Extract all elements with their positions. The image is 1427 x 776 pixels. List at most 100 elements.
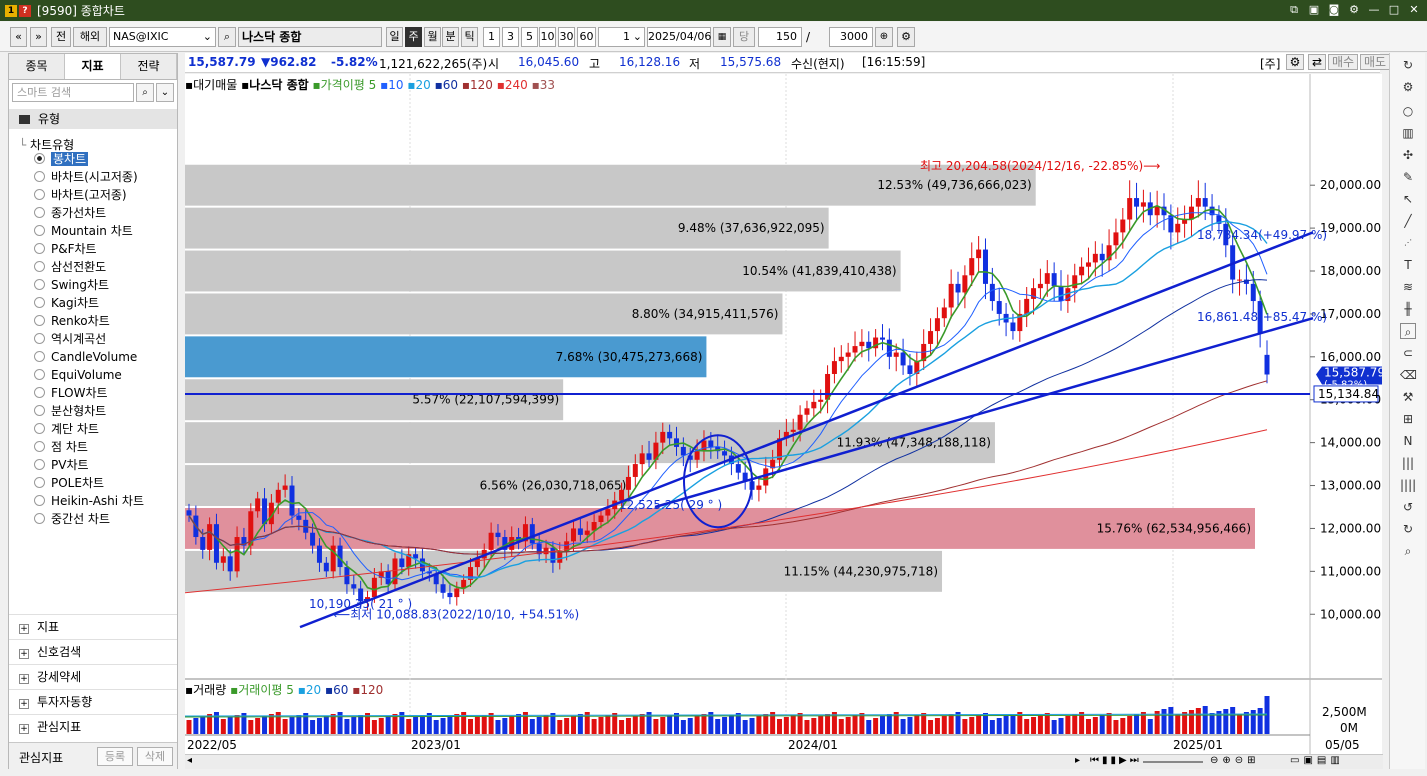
interval-button[interactable]: 30 — [558, 27, 575, 47]
chevron-down-icon[interactable]: ⌄ — [633, 28, 642, 46]
unit-button[interactable]: [주] — [1260, 55, 1280, 72]
chart-type-item[interactable]: 중간선 차트 — [34, 510, 110, 528]
history-dropdown[interactable]: » — [30, 27, 47, 47]
scroll-left-icon[interactable]: ◂ — [187, 755, 192, 766]
close-icon[interactable]: ✕ — [1407, 2, 1421, 17]
grid-icon[interactable]: ||| — [1400, 455, 1416, 471]
radio-button[interactable] — [34, 189, 45, 200]
indicator-group[interactable]: + 강세약세 — [9, 664, 177, 689]
radio-button[interactable] — [34, 513, 45, 524]
chart-type-item[interactable]: 분산형차트 — [34, 402, 106, 420]
interval-button[interactable]: 1 — [483, 27, 500, 47]
tab-symbol[interactable]: 종목 — [9, 54, 65, 79]
chart-type-item[interactable]: 계단 차트 — [34, 420, 99, 438]
sell-button[interactable]: 매도 — [1360, 54, 1390, 70]
symbol-code-input[interactable]: NAS@IXIC ⌄ — [109, 27, 216, 47]
chart-type-item[interactable]: EquiVolume — [34, 366, 122, 384]
arrow-icon[interactable]: ↖ — [1400, 191, 1416, 207]
interval-button[interactable]: 5 — [521, 27, 538, 47]
chart-area[interactable]: 12.53% (49,736,666,023) 9.48% (37,636,922… — [185, 74, 1382, 754]
search-icon[interactable]: ⌕ — [1400, 543, 1416, 559]
zoom-icon[interactable]: ⌕ — [1400, 323, 1416, 339]
chart-type-item[interactable]: Mountain 차트 — [34, 222, 133, 240]
radio-button[interactable] — [34, 495, 45, 506]
chart-type-item[interactable]: Kagi차트 — [34, 294, 99, 312]
chart-type-item[interactable]: 역시계곡선 — [34, 330, 106, 348]
pencil-icon[interactable]: ✎ — [1400, 169, 1416, 185]
settings-icon[interactable]: ⚙ — [1286, 54, 1304, 70]
settings-icon[interactable]: ⚙ — [1400, 79, 1416, 95]
tab-strategy[interactable]: 전략 — [121, 54, 177, 79]
settings-icon[interactable]: ⚙ — [1347, 2, 1361, 17]
n-wave-icon[interactable]: N — [1400, 433, 1416, 449]
tab-indicator[interactable]: 지표 — [65, 54, 121, 79]
search-icon[interactable]: ⌕ — [218, 27, 236, 47]
period-button[interactable]: 일 — [386, 27, 403, 47]
camera-icon[interactable]: ◙ — [1327, 2, 1341, 17]
candle-icon[interactable]: ╫ — [1400, 301, 1416, 317]
zoom-slider[interactable] — [1143, 761, 1203, 763]
market-domestic-button[interactable]: 전 — [51, 27, 71, 47]
expand-icon[interactable]: ⌄ — [156, 83, 174, 102]
period-button[interactable]: 주 — [405, 27, 422, 47]
indicator-group[interactable]: + 관심지표 — [9, 714, 177, 739]
tools-icon[interactable]: ⚒ — [1400, 389, 1416, 405]
expand-icon[interactable]: + — [19, 674, 29, 684]
zoom-in-icon[interactable]: ⊕ — [875, 27, 893, 47]
chart-type-item[interactable]: PV차트 — [34, 456, 89, 474]
calendar-icon[interactable]: ▦ — [713, 27, 731, 47]
chart-type-item[interactable]: 종가선차트 — [34, 204, 106, 222]
measure-icon[interactable]: ⊞ — [1400, 411, 1416, 427]
radio-button[interactable] — [34, 405, 45, 416]
period-button[interactable]: 분 — [442, 27, 459, 47]
refresh-icon[interactable]: ↻ — [1400, 57, 1416, 73]
period-button[interactable]: 월 — [424, 27, 441, 47]
radio-button[interactable] — [34, 279, 45, 290]
radio-button[interactable] — [34, 459, 45, 470]
line-icon[interactable]: ╱ — [1400, 213, 1416, 229]
radio-button[interactable] — [34, 153, 45, 164]
expand-icon[interactable]: + — [19, 649, 29, 659]
interval-button[interactable]: 3 — [502, 27, 519, 47]
radio-button[interactable] — [34, 261, 45, 272]
count-input[interactable]: 150 — [758, 27, 802, 47]
indicator-group[interactable]: + 신호검색 — [9, 639, 177, 664]
minimize-icon[interactable]: — — [1367, 2, 1381, 17]
radio-button[interactable] — [34, 477, 45, 488]
chart-type-item[interactable]: FLOW차트 — [34, 384, 108, 402]
cross-icon[interactable]: ✣ — [1400, 147, 1416, 163]
prev-button[interactable]: « — [10, 27, 27, 47]
indicator-group[interactable]: + 투자자동향 — [9, 689, 177, 714]
radio-button[interactable] — [34, 243, 45, 254]
radio-button[interactable] — [34, 333, 45, 344]
unit-stepper[interactable]: 1 ⌄ — [598, 27, 645, 47]
chart-type-item[interactable]: 봉차트 — [34, 150, 89, 168]
expand-icon[interactable]: + — [19, 724, 29, 734]
fibonacci-icon[interactable]: ≋ — [1400, 279, 1416, 295]
period-button[interactable]: 틱 — [461, 27, 478, 47]
undo-icon[interactable]: ↺ — [1400, 499, 1416, 515]
text-icon[interactable]: T — [1400, 257, 1416, 273]
smart-search-input[interactable]: 스마트 검색 — [12, 83, 134, 102]
interval-button[interactable]: 60 — [577, 27, 596, 47]
chart-type-item[interactable]: Swing차트 — [34, 276, 109, 294]
chevron-down-icon[interactable]: ⌄ — [203, 28, 212, 46]
layout-buttons[interactable]: ▭▣▤▥ — [1290, 755, 1344, 766]
interval-button[interactable]: 10 — [539, 27, 556, 47]
radio-button[interactable] — [34, 387, 45, 398]
section-type[interactable]: 유형 — [9, 109, 177, 129]
radio-button[interactable] — [34, 315, 45, 326]
scroll-right-icon[interactable]: ▸ — [1075, 755, 1080, 766]
radio-button[interactable] — [34, 351, 45, 362]
radio-button[interactable] — [34, 441, 45, 452]
radio-button[interactable] — [34, 171, 45, 182]
current-button[interactable]: 당 — [733, 27, 755, 47]
maximize-icon[interactable]: □ — [1387, 2, 1401, 17]
chart-type-item[interactable]: 점 차트 — [34, 438, 88, 456]
link-icon[interactable]: ⧉ — [1287, 2, 1301, 17]
chart-type-item[interactable]: P&F차트 — [34, 240, 97, 258]
radio-button[interactable] — [34, 297, 45, 308]
chart-type-item[interactable]: CandleVolume — [34, 348, 137, 366]
settings-icon[interactable]: ⚙ — [897, 27, 915, 47]
chart-type-item[interactable]: 바차트(시고저종) — [34, 168, 138, 186]
